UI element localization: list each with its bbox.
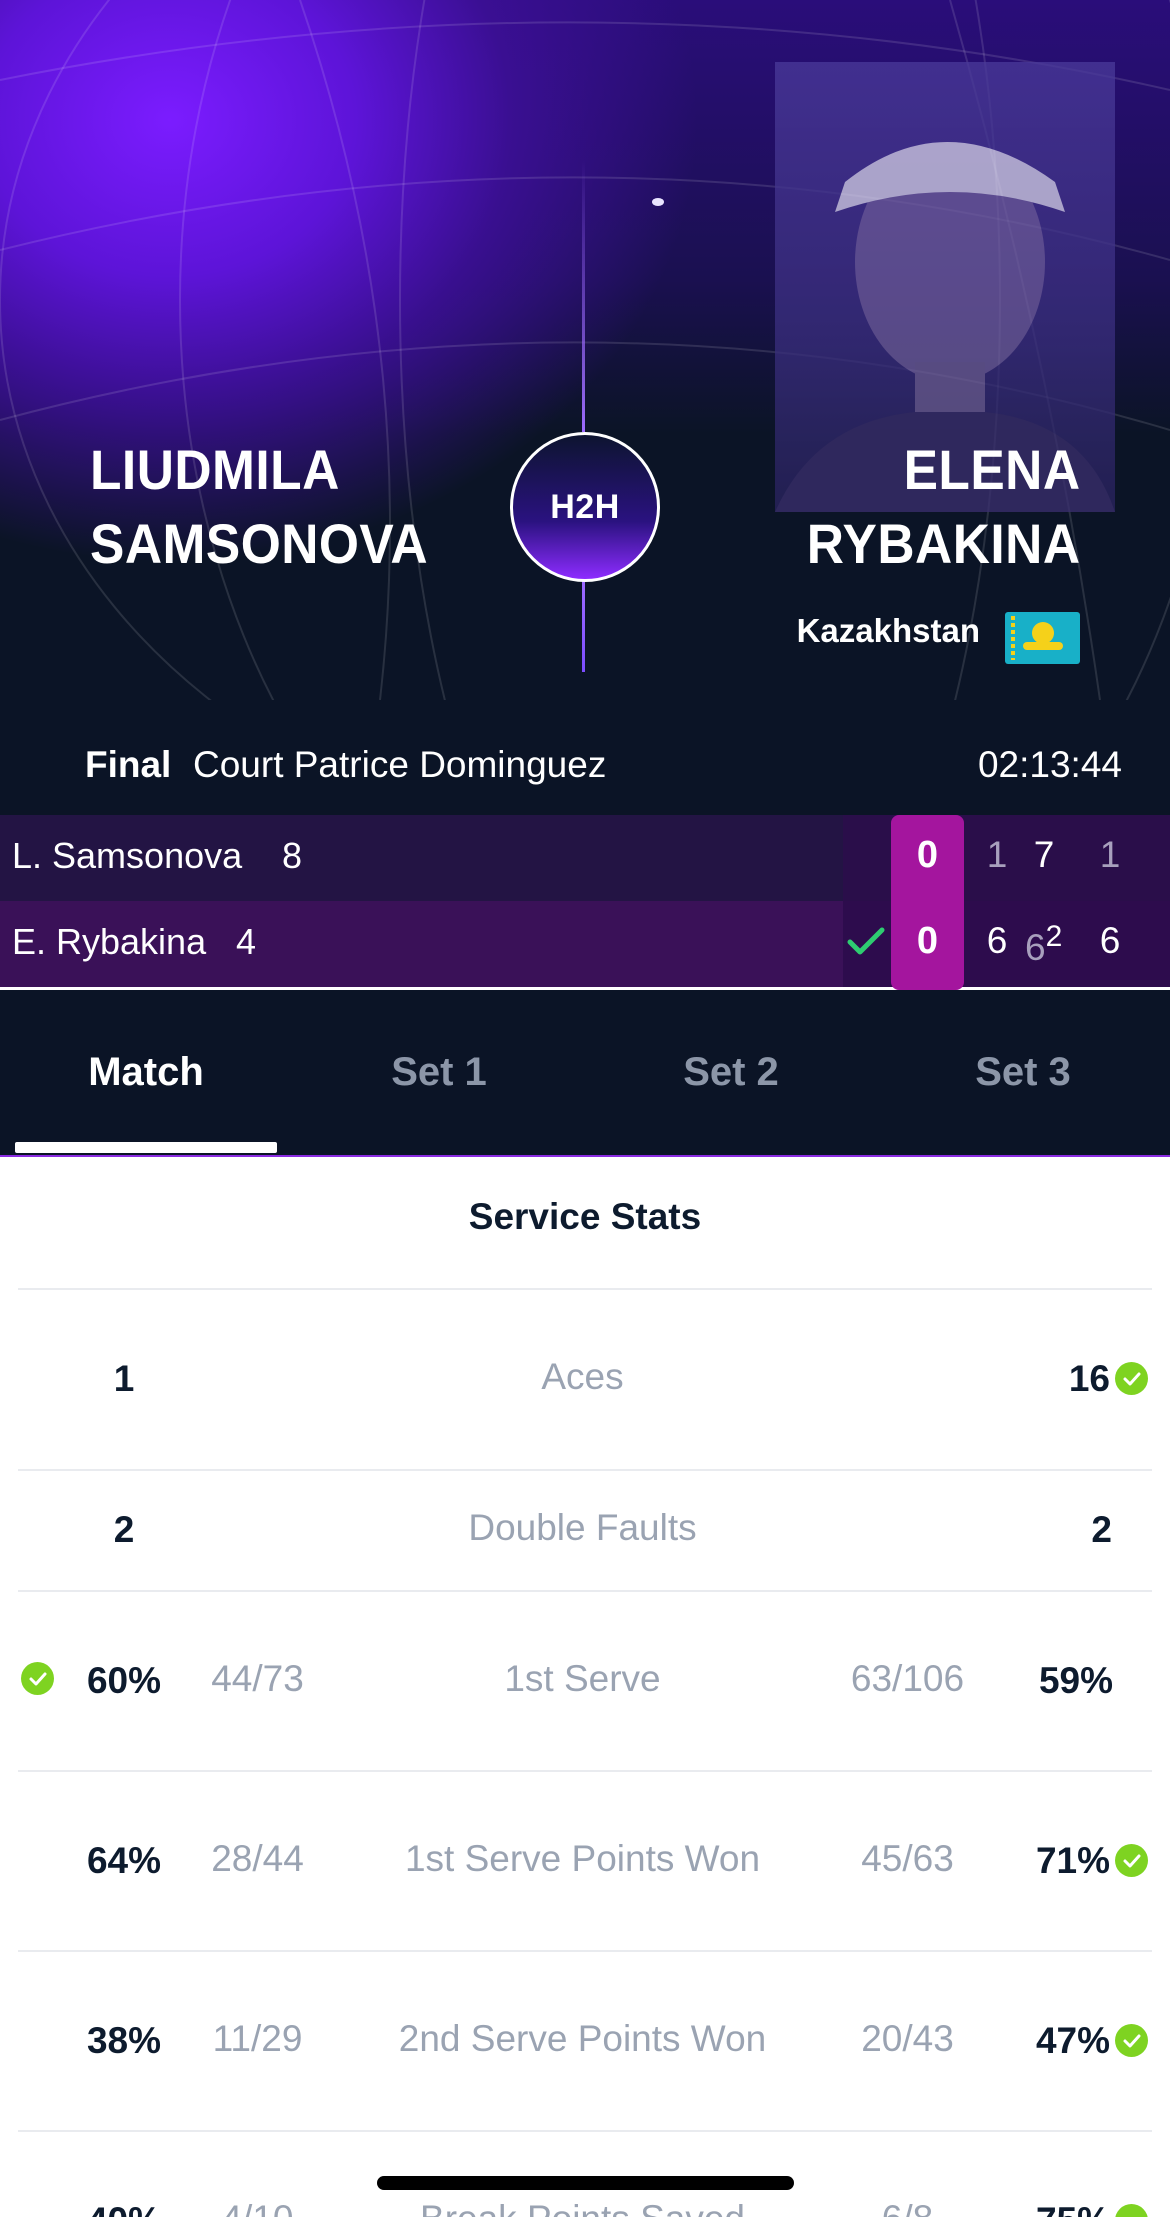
stat-left-value: 64%: [86, 1840, 162, 1881]
check-circle-icon: [1115, 2204, 1148, 2217]
player-right-first: ELENA: [903, 438, 1080, 501]
stat-label: Double Faults: [468, 1507, 697, 1548]
score-player-name: E. Rybakina: [12, 921, 207, 962]
match-round: Final: [85, 744, 172, 785]
stat-right-value: 59%: [1038, 1660, 1113, 1701]
stat-left-fraction: 11/29: [212, 2018, 303, 2059]
stat-left-fraction: 4/10: [200, 2198, 315, 2217]
check-circle-icon: [1115, 2024, 1148, 2057]
current-game-score: 0: [916, 834, 939, 876]
tab-active-indicator: [15, 1142, 277, 1153]
stat-left-fraction: 28/44: [211, 1838, 304, 1879]
player-right-last: RYBAKINA: [806, 512, 1080, 575]
match-clock: 02:13:44: [977, 744, 1122, 785]
tiebreak-score: 2: [1045, 920, 1063, 953]
stat-row-aces: 1 Aces 16: [0, 1290, 1170, 1470]
current-game-score: 0: [916, 920, 939, 962]
stat-right-fraction: 20/43: [861, 2018, 954, 2059]
stat-right-value: 47%: [1035, 2020, 1110, 2061]
stat-label: 2nd Serve Points Won: [398, 2018, 767, 2059]
set-score: 1: [1099, 834, 1121, 875]
score-player-seed: 8: [282, 835, 303, 876]
stat-label: Break Points Saved: [350, 2198, 815, 2217]
stat-left-value: 40%: [84, 2200, 164, 2217]
stat-right-value: 71%: [1035, 1840, 1110, 1881]
stat-row-2nd-serve-points-won: 38% 11/29 2nd Serve Points Won 20/43 47%: [0, 1952, 1170, 2132]
set-score: 6: [1025, 927, 1046, 968]
stat-right-fraction: 63/106: [850, 1658, 965, 1699]
match-court: Court Patrice Dominguez: [193, 744, 607, 785]
divider-line-bottom: [582, 580, 585, 672]
check-icon: [847, 927, 885, 955]
set-score: 7: [1033, 834, 1055, 875]
stat-left-value: 38%: [86, 2020, 162, 2061]
stat-left-value: 2: [113, 1509, 135, 1550]
check-circle-icon: [1115, 1362, 1148, 1395]
check-circle-icon: [1115, 1844, 1148, 1877]
tab-set-2[interactable]: Set 2: [600, 1050, 862, 1095]
home-indicator[interactable]: [377, 2176, 794, 2190]
stat-label: 1st Serve Points Won: [404, 1838, 761, 1879]
stat-right-value: 2: [1091, 1509, 1112, 1550]
h2h-button[interactable]: H2H: [510, 432, 660, 582]
player-left-last: SAMSONOVA: [90, 512, 429, 575]
player-left-first: LIUDMILA: [90, 438, 340, 501]
tab-set-1[interactable]: Set 1: [308, 1050, 570, 1095]
set-score-tiebreak: 62: [1025, 920, 1085, 969]
stat-left-value: 1: [113, 1358, 135, 1399]
stat-right-value: 75%: [1000, 2200, 1110, 2217]
tab-match[interactable]: Match: [15, 1050, 277, 1095]
stat-right-fraction: 45/63: [861, 1838, 954, 1879]
player-name-right[interactable]: ELENA RYBAKINA: [806, 433, 1080, 581]
stats-tab-bar: Match Set 1 Set 2 Set 3: [0, 990, 1170, 1157]
score-player-name: L. Samsonova: [12, 835, 243, 876]
stat-label: 1st Serve: [504, 1658, 661, 1699]
stat-label: Aces: [541, 1356, 624, 1397]
set-score: 1: [986, 834, 1008, 875]
section-title: Service Stats: [468, 1196, 702, 1237]
score-player-seed: 4: [236, 921, 257, 962]
h2h-label: H2H: [550, 487, 620, 526]
divider-line-top: [582, 160, 585, 432]
set-score: 6: [1099, 920, 1121, 961]
kazakhstan-flag-icon: [1005, 612, 1080, 664]
player-right-country: Kazakhstan: [796, 612, 980, 649]
player-name-left[interactable]: LIUDMILA SAMSONOVA: [90, 433, 428, 581]
stat-row-1st-serve-points-won: 64% 28/44 1st Serve Points Won 45/63 71%: [0, 1772, 1170, 1952]
stat-row-break-points-saved: 40% 4/10 Break Points Saved 6/8 75%: [0, 2132, 1170, 2217]
set-score: 6: [986, 920, 1008, 961]
stat-left-fraction: 44/73: [211, 1658, 304, 1699]
stat-right-fraction: 6/8: [840, 2198, 975, 2217]
decor-dot: [652, 198, 664, 206]
check-circle-icon: [21, 1662, 54, 1695]
stat-left-value: 60%: [86, 1660, 162, 1701]
stat-row-1st-serve: 60% 44/73 1st Serve 63/106 59%: [0, 1592, 1170, 1772]
tab-set-3[interactable]: Set 3: [892, 1050, 1154, 1095]
stat-right-value: 16: [1068, 1358, 1110, 1399]
